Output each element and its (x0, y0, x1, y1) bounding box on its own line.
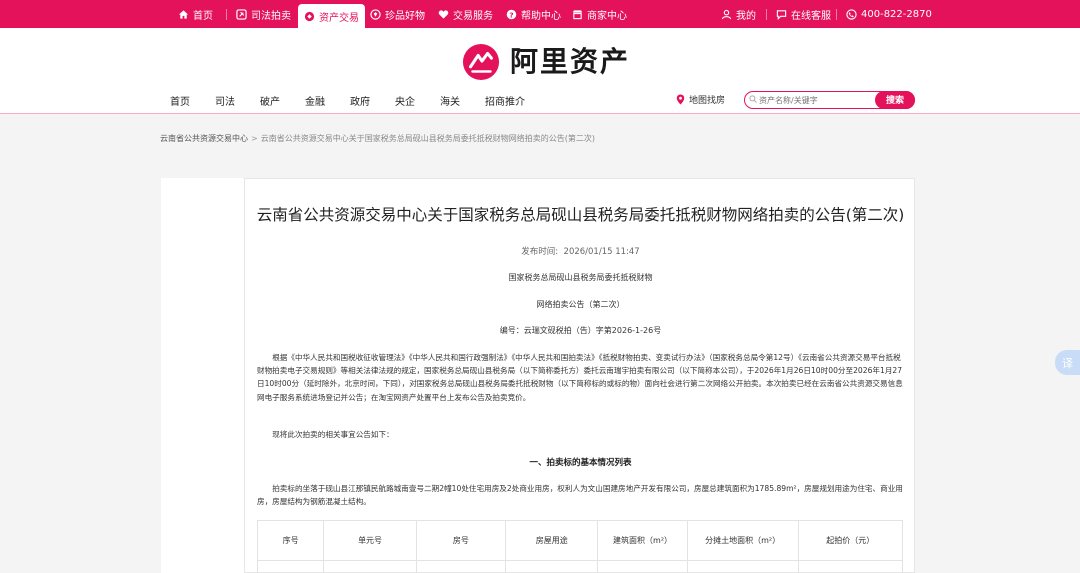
divider (226, 9, 227, 20)
topnav-treasures[interactable]: 珍品好物 (370, 0, 425, 28)
table-row (256, 560, 904, 573)
location-pin-icon (676, 94, 685, 105)
article-paragraph-3: 拍卖标的坐落于砚山县江那镇民航路城南壹号二期2幢10处住宅用房及2处商业用房，权… (257, 484, 903, 507)
article-subtitle-1: 国家税务总局砚山县税务局委托抵税财物 (508, 273, 653, 282)
topnav-online-service-label: 在线客服 (791, 10, 831, 22)
topnav-my-label: 我的 (736, 10, 756, 22)
search-bar: 搜索 (744, 90, 915, 109)
article-paragraph-2: 现将此次拍卖的相关事宜公告如下： (272, 430, 394, 439)
mainnav-central-enterprise[interactable]: 央企 (395, 93, 415, 108)
mainnav-investment[interactable]: 招商推介 (485, 93, 525, 108)
question-icon: ? (506, 9, 517, 19)
mainnav-home[interactable]: 首页 (170, 93, 190, 108)
heart-icon (438, 9, 449, 19)
table-cell (323, 560, 417, 573)
topnav-merchant-center[interactable]: 商家中心 (572, 0, 627, 28)
topnav-phone-label: 400-822-2870 (861, 8, 932, 20)
topnav-home-label: 首页 (193, 10, 213, 22)
auction-info-table: 序号 单元号 房号 房屋用途 建筑面积（m²） 分摊土地面积（m²） 起拍价（元… (256, 520, 904, 573)
topnav-treasures-label: 珍品好物 (385, 10, 425, 22)
top-navigation-bar: 首页 司法拍卖 资产交易 珍品好物 交易服务 ? 帮助中心 商家中心 我的 在线… (0, 0, 1080, 28)
breadcrumb-separator: > (251, 134, 258, 143)
table-cell (415, 560, 506, 573)
table-header-cell: 分摊土地面积（m²） (686, 520, 799, 561)
topnav-asset-trading-label: 资产交易 (319, 12, 359, 24)
article-paragraph-1: 根据《中华人民共和国税收征收管理法》《中华人民共和国行政强制法》《中华人民共和国… (257, 353, 903, 402)
table-header-cell: 建筑面积（m²） (597, 520, 688, 561)
table-cell (256, 560, 325, 573)
header-divider (0, 113, 1080, 114)
topnav-help-center-label: 帮助中心 (521, 10, 561, 22)
table-cell (686, 560, 799, 573)
topnav-help-center[interactable]: ? 帮助中心 (506, 0, 561, 28)
publish-time-value: 2026/01/15 11:47 (563, 247, 640, 257)
search-icon (749, 95, 757, 103)
table-cell (797, 560, 904, 573)
svg-text:?: ? (509, 10, 513, 19)
breadcrumb-root[interactable]: 云南省公共资源交易中心 (160, 134, 248, 143)
table-cell (504, 560, 599, 573)
mainnav-judicial[interactable]: 司法 (215, 93, 235, 108)
map-search-label: 地图找房 (689, 96, 726, 106)
section-heading: 一、拍卖标的基本情况列表 (529, 458, 632, 468)
brand-name[interactable]: 阿里资产 (510, 43, 630, 81)
map-search-link[interactable]: 地图找房 (676, 93, 725, 106)
breadcrumb-current: 云南省公共资源交易中心关于国家税务总局砚山县税务局委托抵税财物网络拍卖的公告(第… (260, 134, 595, 143)
topnav-judicial-auction[interactable]: 司法拍卖 (236, 0, 291, 28)
shop-icon (572, 9, 583, 19)
topnav-my[interactable]: 我的 (721, 0, 756, 28)
home-icon (178, 9, 189, 19)
alibaba-asset-logo-icon[interactable] (462, 43, 500, 81)
translate-float-button[interactable]: 译 (1055, 350, 1080, 375)
search-button[interactable]: 搜索 (875, 90, 915, 109)
table-header-cell: 单元号 (323, 520, 417, 561)
table-header-cell: 起拍价（元） (797, 520, 904, 561)
table-header-cell: 房号 (415, 520, 506, 561)
table-cell (597, 560, 688, 573)
phone-icon (846, 8, 857, 20)
asset-trade-icon (304, 11, 315, 21)
article-title: 云南省公共资源交易中心关于国家税务总局砚山县税务局委托抵税财物网络拍卖的公告(第… (256, 206, 905, 224)
table-header-row: 序号 单元号 房号 房屋用途 建筑面积（m²） 分摊土地面积（m²） 起拍价（元… (256, 520, 904, 561)
table-header-cell: 房屋用途 (504, 520, 599, 561)
publish-time: 发布时间: 2026/01/15 11:47 (246, 245, 915, 257)
article-subtitle-2: 网络拍卖公告（第二次） (536, 300, 625, 309)
table-header-cell: 序号 (256, 520, 325, 561)
gem-icon (370, 8, 381, 20)
search-input[interactable] (759, 93, 869, 107)
publish-time-label: 发布时间: (521, 247, 559, 257)
gavel-icon (236, 8, 247, 20)
mainnav-finance[interactable]: 金融 (305, 93, 325, 108)
article-side-column (161, 178, 245, 573)
mainnav-government[interactable]: 政府 (350, 93, 370, 108)
site-header: 阿里资产 首页 司法 破产 金融 政府 央企 海关 招商推介 地图找房 搜索 (0, 28, 1080, 114)
user-icon (721, 9, 732, 19)
breadcrumb: 云南省公共资源交易中心 > 云南省公共资源交易中心关于国家税务总局砚山县税务局委托抵… (160, 133, 595, 144)
chat-icon (776, 9, 787, 20)
mainnav-customs[interactable]: 海关 (440, 93, 460, 108)
mainnav-bankruptcy[interactable]: 破产 (260, 93, 280, 108)
topnav-judicial-auction-label: 司法拍卖 (251, 10, 291, 22)
topnav-asset-trading[interactable]: 资产交易 (298, 4, 365, 28)
article-number: 编号：云瑞文砚税拍（告）字第2026-1-26号 (499, 326, 662, 335)
topnav-online-service[interactable]: 在线客服 (776, 0, 831, 28)
topnav-merchant-center-label: 商家中心 (587, 10, 627, 22)
topnav-trade-service[interactable]: 交易服务 (438, 0, 493, 28)
topnav-phone: 400-822-2870 (846, 0, 932, 28)
divider (836, 9, 837, 20)
topnav-trade-service-label: 交易服务 (453, 10, 493, 22)
topnav-home[interactable]: 首页 (178, 0, 213, 28)
divider (766, 9, 767, 20)
